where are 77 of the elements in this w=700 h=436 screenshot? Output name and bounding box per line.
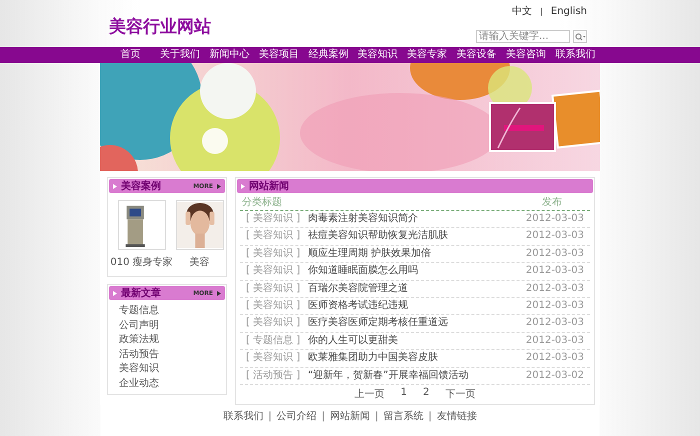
separator: | — [322, 411, 325, 424]
article-category-link[interactable]: 活动预告 — [119, 348, 225, 362]
news-date: 2012-03-03 — [526, 212, 584, 226]
news-category: [ 美容知识 ] — [246, 246, 302, 261]
news-date: 2012-03-03 — [526, 229, 584, 244]
bullet-icon — [113, 290, 117, 296]
bullet-icon — [113, 184, 117, 188]
news-category: [ 美容知识 ] — [246, 282, 302, 296]
news-date: 2012-03-02 — [526, 368, 584, 383]
search-button[interactable] — [573, 30, 587, 43]
article-category-link[interactable]: 公司声明 — [119, 318, 225, 333]
nav-item[interactable]: 关于我们 — [155, 47, 205, 63]
footer-link[interactable]: 联系我们 — [223, 411, 264, 436]
news-title-link[interactable]: 祛痘美容知识帮助恢复光洁肌肤 — [308, 228, 526, 245]
language-link[interactable]: 中文 — [512, 4, 532, 18]
news-title-link[interactable]: 你知道睡眠面膜怎么用吗 — [308, 263, 526, 280]
news-date: 2012-03-03 — [526, 282, 584, 296]
separator: | — [375, 411, 378, 424]
arrow-icon — [217, 184, 221, 188]
news-category: [ 美容知识 ] — [246, 212, 302, 226]
page-link[interactable]: 2 — [423, 387, 430, 402]
news-title-link[interactable]: 医疗美容医师定期考核任重道远 — [308, 315, 526, 332]
news-date: 2012-03-03 — [526, 351, 584, 366]
article-category-link[interactable]: 企业动态 — [119, 376, 225, 391]
news-title-link[interactable]: 顺应生理周期 护肤效果加倍 — [308, 246, 526, 262]
news-title-link[interactable]: 欧莱雅集团助力中国美容皮肤 — [308, 350, 526, 367]
column-header: 分类标题 — [242, 196, 282, 209]
article-category-link[interactable]: 政策法规 — [119, 333, 225, 348]
nav-item[interactable]: 美容设备 — [452, 47, 502, 63]
nav-item[interactable]: 美容咨询 — [501, 47, 551, 63]
nav-item[interactable]: 新闻中心 — [204, 47, 254, 63]
panel-title: 最新文章 — [121, 286, 162, 300]
news-category: [ 美容知识 ] — [246, 298, 302, 314]
nav-item[interactable]: 经典案例 — [304, 47, 354, 63]
footer-link[interactable]: 友情链接 — [436, 411, 477, 436]
page-link[interactable]: 1 — [400, 387, 407, 402]
bullet-icon — [241, 184, 245, 188]
news-category: [ 美容知识 ] — [246, 350, 302, 366]
news-date: 2012-03-03 — [526, 246, 584, 261]
news-category: [ 美容知识 ] — [246, 228, 302, 244]
search-icon — [574, 32, 586, 40]
nav-item[interactable]: 首页 — [106, 47, 156, 63]
site-title: 美容行业网站 — [109, 16, 211, 38]
case-caption[interactable]: 美容 — [190, 255, 210, 269]
nav-item[interactable]: 美容知识 — [353, 47, 402, 63]
panel-title: 网站新闻 — [249, 179, 290, 193]
footer-link[interactable]: 留言系统 — [383, 411, 424, 436]
news-category: [ 美容知识 ] — [246, 264, 302, 278]
news-category: [ 美容知识 ] — [246, 316, 302, 330]
news-category: [ 专题信息 ] — [246, 334, 302, 348]
separator: | — [540, 6, 543, 16]
news-date: 2012-03-03 — [526, 334, 584, 348]
nav-item[interactable]: 联系我们 — [550, 47, 600, 63]
footer-link[interactable]: 公司介绍 — [276, 411, 317, 436]
article-category-link[interactable]: 专题信息 — [119, 304, 225, 318]
news-title-link[interactable]: 你的人生可以更甜美 — [308, 332, 526, 350]
case-caption[interactable]: 010 瘦身专家 — [110, 255, 173, 269]
next-page-link[interactable]: 下一页 — [445, 387, 476, 402]
separator: | — [268, 411, 272, 424]
language-link[interactable]: English — [550, 6, 587, 16]
news-category: [ 活动预告 ] — [246, 368, 302, 383]
article-category-link[interactable]: 美容知识 — [119, 362, 225, 376]
news-title-link[interactable]: “迎新年，贺新春”开展幸福回馈活动 — [308, 368, 526, 384]
footer-link[interactable]: 网站新闻 — [330, 411, 370, 436]
news-title-link[interactable]: 医师资格考试违纪违规 — [308, 298, 526, 314]
news-date: 2012-03-03 — [526, 299, 584, 314]
news-date: 2012-03-03 — [526, 316, 584, 330]
news-date: 2012-03-03 — [526, 264, 584, 278]
nav-item[interactable]: 美容项目 — [254, 47, 304, 63]
news-title-link[interactable]: 百瑞尔美容院管理之道 — [308, 280, 526, 298]
arrow-icon — [217, 290, 221, 296]
column-header: 发布 — [542, 196, 562, 209]
panel-title: 美容案例 — [121, 179, 162, 193]
news-title-link[interactable]: 肉毒素注射美容知识简介 — [308, 211, 526, 228]
prev-page-link[interactable]: 上一页 — [354, 387, 385, 402]
separator: | — [428, 411, 432, 424]
nav-item[interactable]: 美容专家 — [402, 47, 452, 63]
